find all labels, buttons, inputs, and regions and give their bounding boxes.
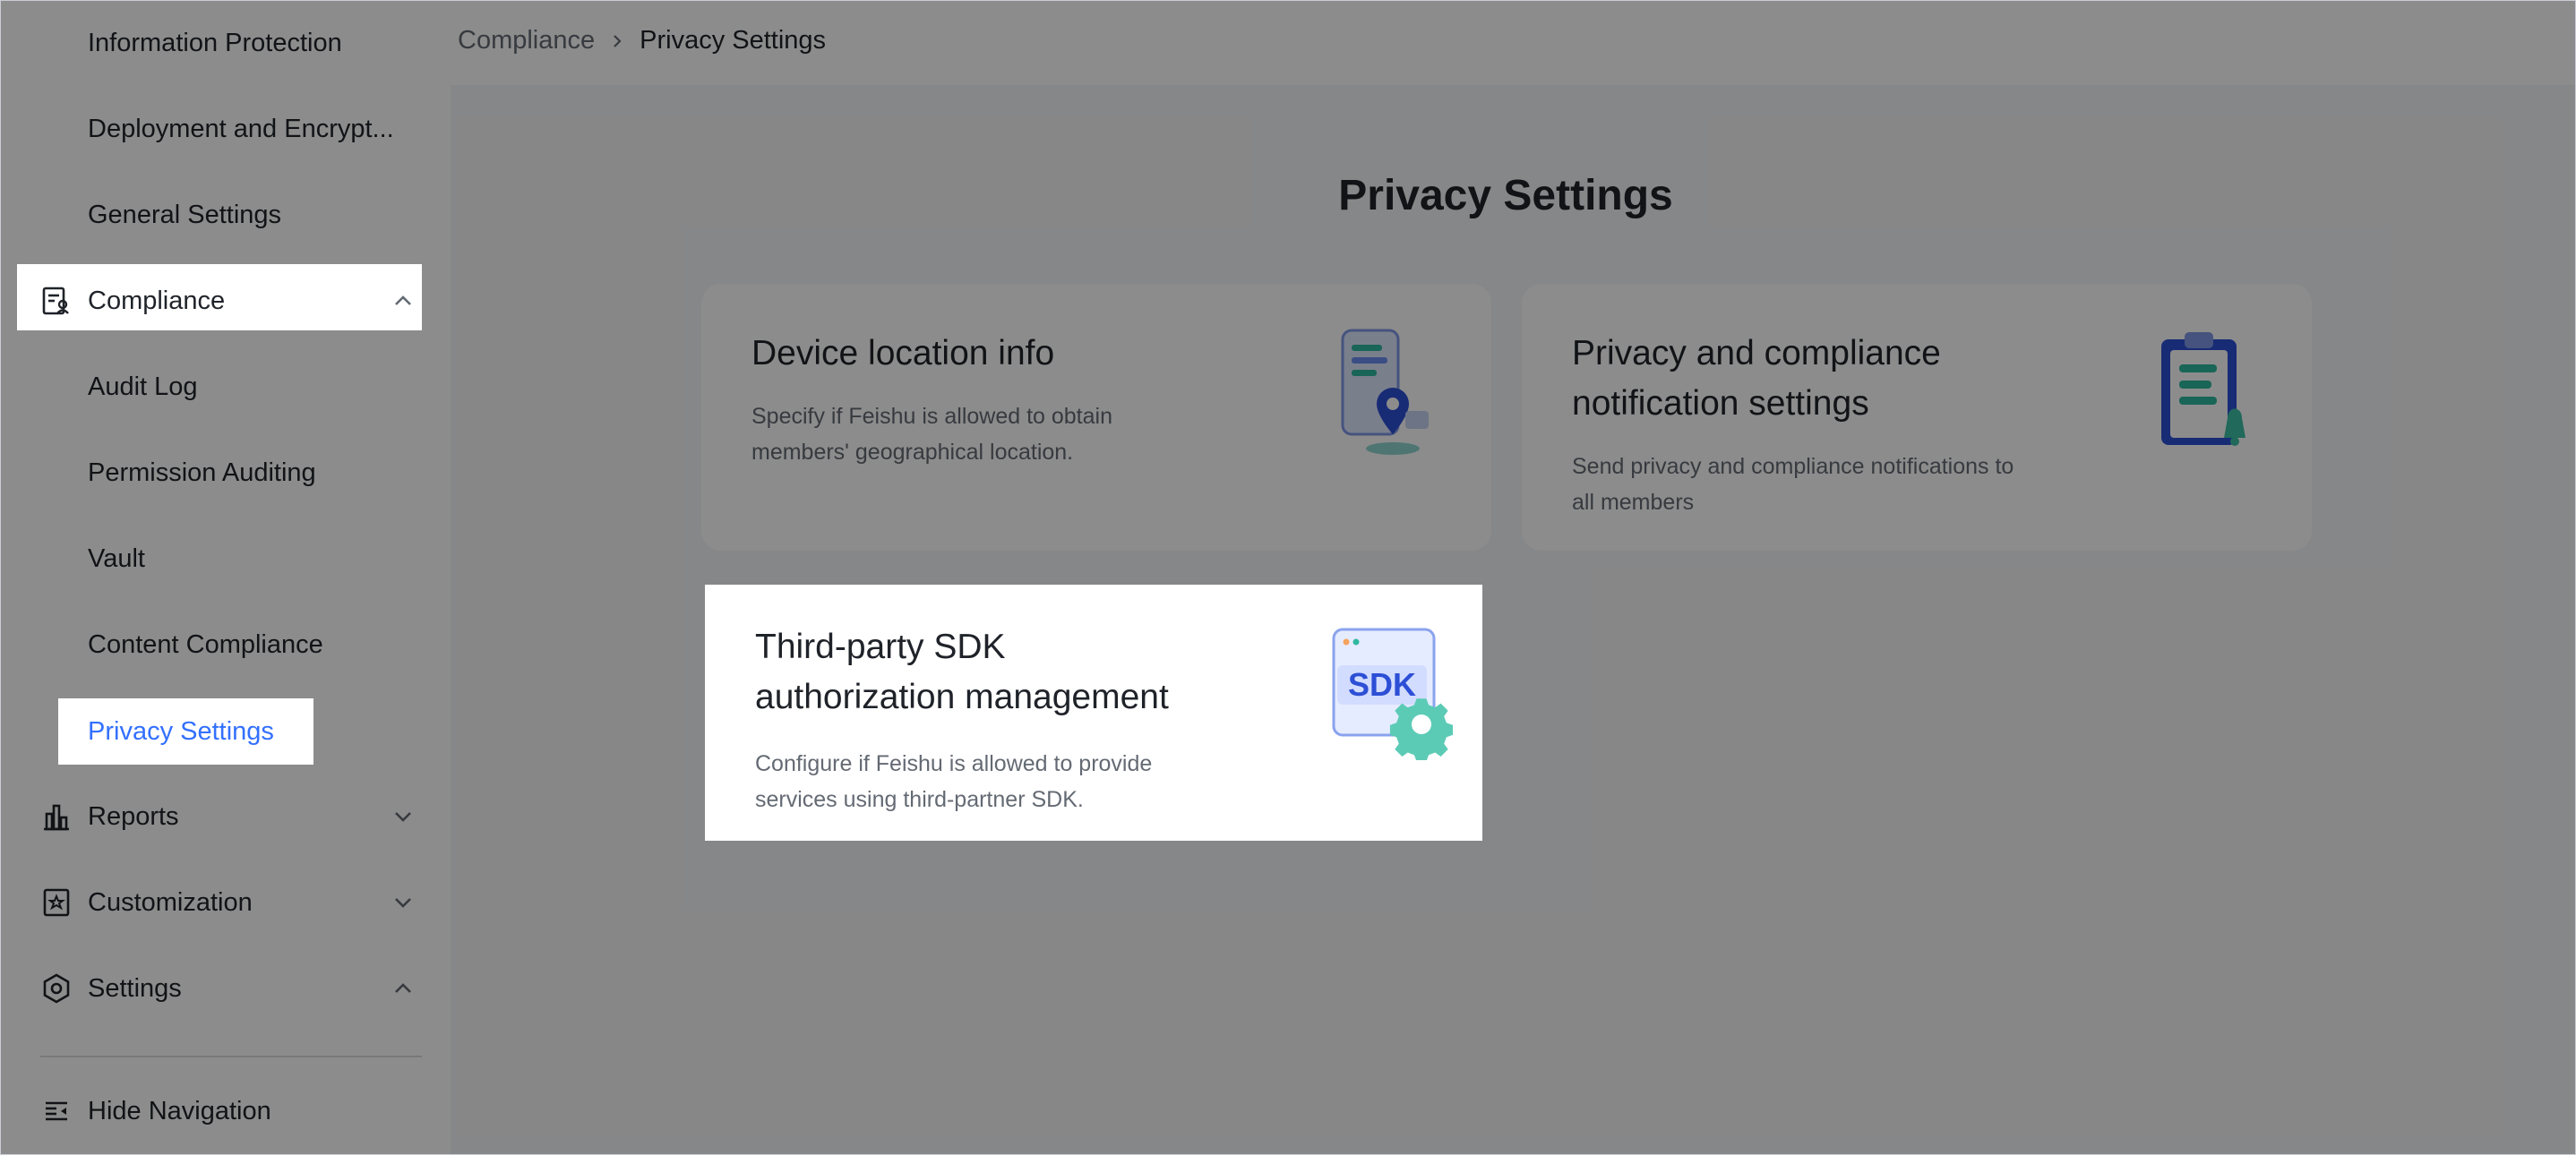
app-window: Information Protection Deployment and En… [0,0,2576,1155]
sidebar-item-label: Content Compliance [88,629,323,659]
clipboard-bell-icon [2149,325,2256,464]
sidebar-item-customization[interactable]: Customization [1,869,451,936]
sidebar-item-label: Deployment and Encrypt... [88,114,394,143]
sidebar-item-audit-log[interactable]: Audit Log [1,354,451,420]
card-description: Configure if Feishu is allowed to provid… [755,746,1152,817]
card-description: Send privacy and compliance notification… [1572,449,2014,520]
card-privacy-compliance-notification[interactable]: Privacy and compliance notification sett… [1522,284,2312,551]
chevron-right-icon [609,33,625,49]
breadcrumb-current: Privacy Settings [640,26,827,55]
sidebar-item-label: Customization [88,887,253,917]
card-description-line: all members [1572,490,1695,515]
card-title: Device location info [751,334,1055,372]
card-description: Specify if Feishu is allowed to obtain m… [751,398,1112,470]
bar-chart-icon [40,800,73,833]
sidebar-item-reports[interactable]: Reports [1,783,451,850]
gear-icon [40,972,73,1005]
phone-location-icon [1328,325,1436,464]
card-title-line: notification settings [1572,384,1869,423]
sidebar-item-label: Vault [88,543,145,573]
collapse-menu-icon [40,1095,73,1127]
sidebar-item-general-settings[interactable]: General Settings [1,182,451,248]
card-title: Third-party SDK authorization management [755,622,1169,723]
sdk-icon-text: SDK [1348,666,1416,703]
sidebar-item-content-compliance[interactable]: Content Compliance [1,612,451,678]
top-bar: Compliance Privacy Settings [451,1,2575,85]
breadcrumb: Compliance Privacy Settings [458,26,826,56]
card-description-line: Configure if Feishu is allowed to provid… [755,751,1153,776]
sidebar-item-label: Privacy Settings [88,716,274,746]
card-description-line: members' geographical location. [751,440,1074,465]
sidebar-item-information-protection[interactable]: Information Protection [1,10,451,76]
card-title-line: authorization management [755,678,1169,716]
sidebar: Information Protection Deployment and En… [1,1,451,1154]
card-description-line: services using third-partner SDK. [755,787,1084,812]
card-title-line: Third-party SDK [755,628,1006,666]
chevron-down-icon [391,805,415,828]
sidebar-item-label: Information Protection [88,28,342,57]
card-description-line: Send privacy and compliance notification… [1572,454,2014,479]
sidebar-item-vault[interactable]: Vault [1,526,451,592]
sidebar-item-label: Compliance [88,286,226,315]
chevron-down-icon [391,891,415,914]
main-content: Compliance Privacy Settings Privacy Sett… [451,1,2575,1154]
sidebar-item-privacy-settings[interactable]: Privacy Settings [1,698,451,765]
sidebar-item-deployment-and-encryption[interactable]: Deployment and Encrypt... [1,96,451,162]
sidebar-item-label: Settings [88,973,182,1003]
page-title: Privacy Settings [1338,172,1673,219]
sidebar-item-compliance[interactable]: Compliance [1,268,451,334]
sidebar-item-label: Audit Log [88,372,198,401]
breadcrumb-compliance-link[interactable]: Compliance [458,26,595,56]
card-title: Privacy and compliance notification sett… [1572,329,1941,429]
customization-icon [40,886,73,919]
compliance-icon [40,285,73,317]
card-third-party-sdk[interactable]: Third-party SDK authorization management… [705,585,1482,841]
chevron-up-icon [391,977,415,1000]
hide-navigation-button[interactable]: Hide Navigation [1,1078,451,1144]
sidebar-item-permission-auditing[interactable]: Permission Auditing [1,440,451,506]
hide-navigation-label: Hide Navigation [88,1096,271,1125]
sidebar-item-settings[interactable]: Settings [1,955,451,1022]
chevron-up-icon [391,289,415,312]
sdk-gear-icon: SDK [1328,626,1454,765]
sidebar-item-label: Reports [88,801,179,831]
sidebar-divider [40,1056,422,1057]
card-description-line: Specify if Feishu is allowed to obtain [751,404,1112,429]
card-device-location-info[interactable]: Device location info Specify if Feishu i… [701,284,1491,551]
sidebar-item-label: Permission Auditing [88,458,316,487]
sidebar-item-label: General Settings [88,200,282,229]
card-title-line: Privacy and compliance [1572,334,1941,372]
